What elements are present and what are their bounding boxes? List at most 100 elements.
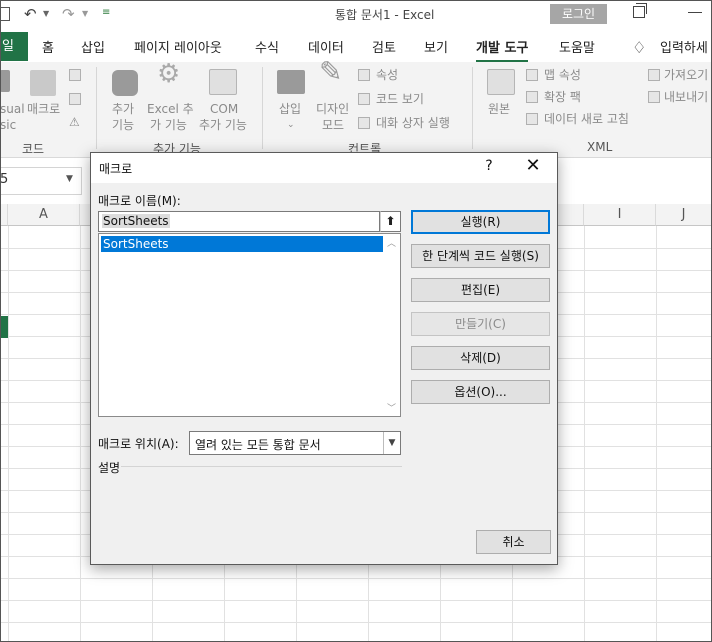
ribbon-separator [472, 67, 473, 149]
relative-refs-icon[interactable] [69, 93, 81, 105]
list-item[interactable]: SortSheets [101, 236, 383, 252]
redo-dropdown-icon[interactable]: ▼ [82, 9, 88, 18]
insert-controls-label[interactable]: 삽입 [279, 102, 301, 117]
expansion-packs-icon[interactable] [526, 91, 538, 103]
run-dialog-button[interactable]: 대화 상자 실행 [376, 116, 450, 131]
excel-addins-icon[interactable]: ⚙ [157, 61, 180, 87]
map-properties-icon[interactable] [526, 69, 538, 81]
options-button[interactable]: 옵션(O)... [411, 380, 550, 404]
tab-view[interactable]: 보기 [424, 37, 448, 56]
list-scrollbar[interactable]: ︿ ﹀ [383, 234, 400, 416]
ribbon-separator [262, 67, 263, 149]
excel-addins-label-1[interactable]: Excel 추 [147, 102, 194, 117]
view-code-icon[interactable] [358, 93, 370, 105]
ribbon-separator [96, 67, 97, 149]
tab-file[interactable]: 일 [0, 32, 28, 61]
tab-insert[interactable]: 삽입 [81, 37, 105, 56]
addins-icon[interactable] [112, 70, 138, 96]
column-header-j[interactable]: J [656, 204, 712, 226]
macros-in-select[interactable]: 열려 있는 모든 통합 문서 ▼ [189, 431, 401, 455]
gridline [584, 226, 585, 642]
undo-icon[interactable]: ↶ [24, 5, 37, 23]
create-button[interactable]: 만들기(C) [411, 312, 550, 336]
tab-help[interactable]: 도움말 [559, 37, 595, 56]
macro-list[interactable]: SortSheets ︿ ﹀ [98, 233, 401, 417]
export-icon[interactable] [648, 91, 660, 103]
macro-security-icon[interactable]: ⚠ [69, 115, 80, 130]
column-header-a[interactable]: A [8, 204, 80, 226]
close-icon[interactable]: ✕ [522, 155, 544, 176]
excel-addins-label-2[interactable]: 가 기능 [150, 118, 187, 133]
macros-button-label[interactable]: 매크로 [27, 102, 60, 117]
chevron-down-icon[interactable]: ⌄ [287, 118, 295, 133]
com-addins-label-2[interactable]: 추가 기능 [199, 118, 247, 133]
gridline [0, 622, 712, 623]
macro-name-input[interactable]: SortSheets [98, 211, 380, 232]
delete-button[interactable]: 삭제(D) [411, 346, 550, 370]
login-button[interactable]: 로그인 [550, 4, 607, 24]
group-code-label: 코드 [22, 142, 45, 156]
tab-review[interactable]: 검토 [372, 37, 396, 56]
insert-controls-icon[interactable] [277, 70, 305, 94]
cancel-button[interactable]: 취소 [476, 530, 551, 554]
tell-me-box[interactable]: 입력하세 [660, 37, 708, 56]
scroll-up-icon[interactable]: ︿ [387, 236, 396, 249]
tab-formulas[interactable]: 수식 [255, 37, 279, 56]
import-icon[interactable] [648, 69, 660, 81]
tab-page-layout[interactable]: 페이지 레이아웃 [134, 37, 222, 56]
com-addins-icon[interactable] [209, 69, 237, 95]
undo-dropdown-icon[interactable]: ▼ [43, 9, 49, 18]
com-addins-label-1[interactable]: COM [210, 102, 238, 117]
properties-icon[interactable] [358, 69, 370, 81]
refresh-data-icon[interactable] [526, 113, 538, 125]
edit-button[interactable]: 편집(E) [411, 278, 550, 302]
view-code-button[interactable]: 코드 보기 [376, 92, 424, 107]
minimize-icon[interactable] [688, 12, 702, 13]
export-button[interactable]: 내보내기 [664, 90, 708, 105]
tab-developer[interactable]: 개발 도구 [476, 37, 529, 62]
tab-data[interactable]: 데이터 [308, 37, 344, 56]
visual-basic-label-2[interactable]: sic [0, 118, 16, 133]
description-label: 설명 [98, 461, 121, 475]
redo-icon[interactable]: ↷ [62, 5, 75, 23]
design-mode-label-2[interactable]: 모드 [322, 118, 344, 133]
xml-source-label[interactable]: 원본 [488, 102, 510, 117]
properties-button[interactable]: 속성 [376, 68, 398, 83]
scroll-down-icon[interactable]: ﹀ [387, 401, 396, 414]
save-icon[interactable] [0, 7, 10, 21]
record-macro-icon[interactable] [69, 69, 81, 81]
title-bar: ↶ ▼ ↷ ▼ ≡ 통합 문서1 - Excel 로그인 [0, 0, 712, 30]
addins-label-2[interactable]: 기능 [112, 118, 134, 133]
refresh-data-button[interactable]: 데이터 새로 고침 [544, 112, 629, 127]
design-mode-label-1[interactable]: 디자인 [316, 102, 349, 117]
name-box-value: 5 [0, 172, 9, 187]
help-button[interactable]: ? [479, 158, 499, 174]
map-properties-button[interactable]: 맵 속성 [544, 68, 581, 83]
expansion-packs-button[interactable]: 확장 팩 [544, 90, 581, 105]
column-header[interactable] [0, 204, 8, 226]
chevron-down-icon[interactable]: ▼ [383, 432, 400, 454]
tab-home[interactable]: 홈 [42, 37, 54, 56]
ribbon-display-options-icon[interactable] [633, 3, 647, 18]
macro-icon[interactable] [30, 70, 56, 96]
step-into-button[interactable]: 한 단계씩 코드 실행(S) [411, 244, 550, 268]
addins-label-1[interactable]: 추가 [112, 102, 134, 117]
xml-source-icon[interactable] [487, 69, 515, 95]
visual-basic-label-1[interactable]: sual [0, 102, 25, 117]
customize-quick-access-icon[interactable]: ≡ [102, 7, 110, 18]
ribbon-tabs: 일 홈 삽입 페이지 레이아웃 수식 데이터 검토 보기 개발 도구 도움말 입… [0, 32, 712, 62]
dialog-title: 매크로 [99, 162, 133, 176]
run-dialog-icon[interactable] [358, 117, 370, 129]
lightbulb-icon: ♢ [632, 38, 647, 57]
visual-basic-icon[interactable] [0, 70, 10, 92]
run-button[interactable]: 실행(R) [411, 210, 550, 234]
active-row-indicator [0, 316, 8, 338]
collapse-dialog-icon[interactable]: ⬆ [380, 211, 401, 232]
macro-dialog: 매크로 ? ✕ 매크로 이름(M): SortSheets ⬆ SortShee… [90, 152, 558, 565]
column-header-i[interactable]: I [584, 204, 656, 226]
macro-name-label: 매크로 이름(M): [98, 194, 181, 208]
design-mode-icon[interactable]: ✎ [319, 58, 342, 86]
import-button[interactable]: 가져오기 [664, 68, 708, 83]
chevron-down-icon[interactable]: ▼ [66, 174, 73, 184]
gridline [8, 226, 9, 642]
